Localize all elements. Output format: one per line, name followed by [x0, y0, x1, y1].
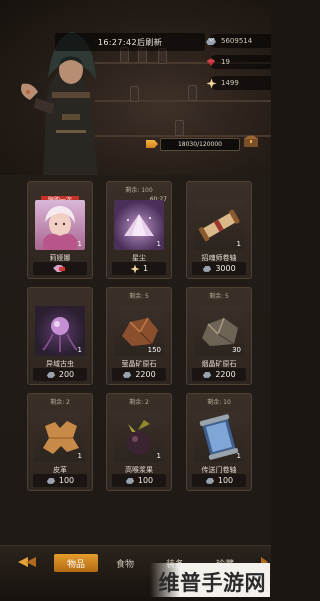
- bottle: [175, 120, 184, 136]
- ruby-icon: [205, 56, 217, 68]
- shop-item-card[interactable]: 剩余: 5 30 烟晶矿原石 2200: [186, 287, 252, 385]
- shop-item-card[interactable]: 剩余: 2 1 皮革 100: [27, 393, 93, 491]
- price-button[interactable]: 2200: [192, 368, 246, 381]
- price-button[interactable]: 100: [192, 474, 246, 487]
- item-image-portal-scroll: 1: [194, 412, 244, 462]
- shop-hero-banner: 16:27:42后刷新 5609514 19 1499 18030/120000: [0, 0, 271, 175]
- ore-icon: [202, 370, 212, 380]
- refresh-timer: 16:27:42后刷新: [55, 33, 205, 51]
- price-value: 1: [142, 264, 149, 273]
- item-quantity: 1: [77, 452, 82, 460]
- shop-item-card[interactable]: 剩余: 5 150 萤晶矿原石 2200: [106, 287, 172, 385]
- experience-bar: 18030/120000: [146, 135, 258, 151]
- item-quantity: 1: [236, 452, 241, 460]
- price-value: 200: [58, 370, 75, 379]
- item-image-portrait: 1: [35, 200, 85, 250]
- price-button[interactable]: 1: [112, 262, 166, 275]
- resource-ruby: 19: [207, 55, 271, 69]
- item-image-stardust: 1: [114, 200, 164, 250]
- resource-star-shard-value: 1499: [221, 79, 239, 87]
- item-image-leather: 1: [35, 412, 85, 462]
- price-button[interactable]: 200: [33, 368, 87, 381]
- item-quantity: 1: [156, 452, 161, 460]
- price-button[interactable]: 2200: [112, 368, 166, 381]
- stock-remaining: 剩余: 2: [129, 399, 149, 406]
- price-button[interactable]: 3000: [192, 262, 246, 275]
- shop-item-card[interactable]: 剩余: 2 1 高喉浆果 100: [106, 393, 172, 491]
- tab-food[interactable]: 食物: [103, 554, 147, 572]
- item-quantity: 1: [156, 240, 161, 248]
- star-shard-icon: [205, 77, 217, 89]
- ore-icon: [205, 476, 215, 486]
- item-image-scroll: 1: [194, 200, 244, 250]
- price-value: 3000: [215, 264, 236, 273]
- stock-remaining: 剩余: 5: [209, 293, 229, 300]
- price-value: 2200: [215, 370, 236, 379]
- item-quantity: 30: [232, 346, 241, 354]
- item-quantity: 1: [236, 240, 241, 248]
- bottle: [188, 85, 197, 101]
- ore-icon: [202, 264, 212, 274]
- price-value: 100: [58, 476, 75, 485]
- resource-ruby-value: 19: [221, 58, 230, 66]
- stock-remaining: 剩余: 10: [207, 399, 231, 406]
- item-image-berry: 1: [114, 412, 164, 462]
- shop-item-card[interactable]: 1 异域古虫 200: [27, 287, 93, 385]
- stock-remaining: 剩余: 5: [129, 293, 149, 300]
- item-quantity: 150: [147, 346, 161, 354]
- watermark-text: 维普手游网: [158, 571, 266, 595]
- bottle: [130, 86, 139, 102]
- treasure-chest-icon[interactable]: [242, 131, 260, 149]
- star-shard-icon: [130, 263, 140, 274]
- shop-item-card[interactable]: 剩余: 10 1 传送门卷轴 100: [186, 393, 252, 491]
- chevron-left-icon[interactable]: [16, 556, 38, 568]
- item-image-bug: 1: [35, 306, 85, 356]
- stock-remaining: 剩余: 100: [125, 187, 153, 194]
- ore-icon: [46, 370, 56, 380]
- price-button[interactable]: [33, 262, 87, 275]
- price-value: 100: [217, 476, 234, 485]
- resource-ore-value: 5609514: [221, 37, 253, 45]
- ore-icon: [205, 35, 217, 47]
- resource-star-shard: 1499: [206, 76, 271, 90]
- red-ticket-icon: [52, 264, 66, 274]
- price-value: 100: [137, 476, 154, 485]
- ore-icon: [122, 370, 132, 380]
- experience-text: 18030/120000: [160, 138, 240, 151]
- ore-icon: [125, 476, 135, 486]
- shop-item-card[interactable]: 剩余: 100 60:27 1 星尘 1: [106, 181, 172, 279]
- item-image-gray-ore: 30: [194, 306, 244, 356]
- ore-icon: [46, 476, 56, 486]
- item-quantity: 1: [77, 346, 82, 354]
- watermark: 维普手游网: [150, 563, 270, 597]
- resource-ore: 5609514: [206, 34, 271, 48]
- exp-arrow-icon: [146, 140, 158, 148]
- shop-item-card[interactable]: 限购一次 1 莉娅娜: [27, 181, 93, 279]
- price-button[interactable]: 100: [112, 474, 166, 487]
- tab-items[interactable]: 物品: [54, 554, 98, 572]
- shop-item-card[interactable]: 1 招魂师卷轴 3000: [186, 181, 252, 279]
- price-value: 2200: [135, 370, 156, 379]
- item-image-brown-ore: 150: [114, 306, 164, 356]
- stock-remaining: 剩余: 2: [50, 399, 70, 406]
- item-quantity: 1: [77, 240, 82, 248]
- price-button[interactable]: 100: [33, 474, 87, 487]
